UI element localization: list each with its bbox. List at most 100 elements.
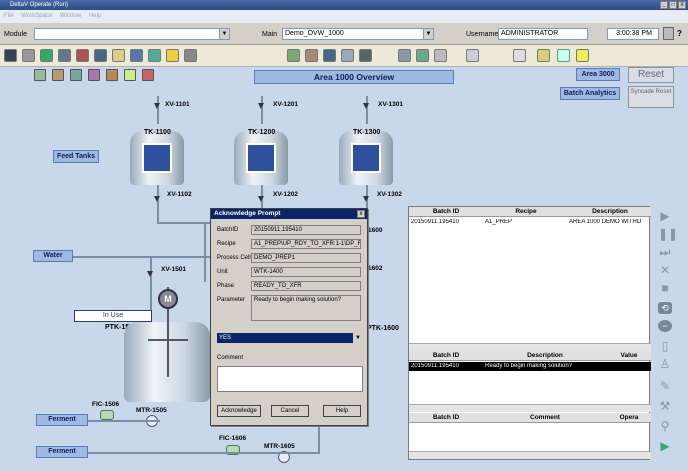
- menu-help[interactable]: Help: [89, 13, 101, 19]
- valve-xv1501[interactable]: [147, 269, 154, 279]
- search-icon[interactable]: ⚲: [658, 420, 672, 432]
- batch-icon[interactable]: [124, 69, 136, 81]
- batch-row-id[interactable]: 20150911.195410: [411, 219, 481, 225]
- valve-xv1201[interactable]: [258, 101, 265, 111]
- horizontal-scrollbar[interactable]: [409, 451, 651, 459]
- recipe-icon[interactable]: [142, 69, 154, 81]
- trend-icon[interactable]: [58, 49, 71, 62]
- valve-xv1102[interactable]: [154, 194, 161, 204]
- flow-controller-icon[interactable]: [100, 410, 114, 420]
- valve-xv1301[interactable]: [363, 101, 370, 111]
- forward-icon[interactable]: [148, 49, 161, 62]
- horizontal-scrollbar[interactable]: [409, 343, 651, 351]
- folder-icon[interactable]: [112, 49, 125, 62]
- reset-icon[interactable]: ⟲: [658, 302, 672, 314]
- display-icon[interactable]: [34, 69, 46, 81]
- edit-icon[interactable]: [537, 49, 550, 62]
- module-dropdown[interactable]: ▼: [34, 28, 230, 40]
- sign-icon[interactable]: ✎: [658, 380, 672, 392]
- agitator-blade: [148, 339, 188, 341]
- table-icon[interactable]: [416, 49, 429, 62]
- operator-icon[interactable]: ♙: [658, 358, 672, 370]
- horizontal-scrollbar[interactable]: [409, 404, 651, 412]
- monitor-icon[interactable]: [323, 49, 336, 62]
- col-prompt-value[interactable]: Value: [607, 351, 651, 361]
- menu-workspace[interactable]: WorkSpace: [21, 13, 52, 19]
- alarm-icon[interactable]: [76, 49, 89, 62]
- help-icon[interactable]: ?: [677, 29, 682, 38]
- chart-icon[interactable]: [40, 49, 53, 62]
- water-button[interactable]: Water: [33, 250, 73, 262]
- valve-icon[interactable]: [106, 69, 118, 81]
- nav-icon[interactable]: [4, 49, 17, 62]
- menu-window[interactable]: Window: [60, 13, 81, 19]
- key-icon[interactable]: [513, 49, 526, 62]
- maximize-button[interactable]: □: [669, 1, 677, 9]
- comment-textarea[interactable]: [217, 366, 363, 392]
- col-description[interactable]: Description: [569, 207, 651, 217]
- abort-icon[interactable]: ✕: [658, 264, 672, 276]
- col-comment[interactable]: Comment: [483, 413, 607, 423]
- faceplate-icon[interactable]: [52, 69, 64, 81]
- search-icon[interactable]: [466, 49, 479, 62]
- layout-icon[interactable]: [70, 69, 82, 81]
- syncade-reset-button[interactable]: Syncade Reset: [628, 86, 674, 108]
- close-button[interactable]: X: [678, 1, 686, 9]
- stop-icon[interactable]: ■: [658, 282, 672, 294]
- prompt-row-description: Ready to begin making solution?: [485, 363, 573, 369]
- col-comment-batch-id[interactable]: Batch ID: [409, 413, 483, 423]
- plant-icon[interactable]: [287, 49, 300, 62]
- batch-analytics-button[interactable]: Batch Analytics: [560, 87, 620, 100]
- print-icon[interactable]: [22, 49, 35, 62]
- diagnostics-icon[interactable]: [94, 49, 107, 62]
- col-recipe[interactable]: Recipe: [483, 207, 569, 217]
- acknowledge-button[interactable]: Acknowledge: [217, 405, 261, 417]
- minimize-button[interactable]: _: [660, 1, 668, 9]
- tools-icon[interactable]: [359, 49, 372, 62]
- close-icon[interactable]: x: [357, 210, 365, 218]
- response-select[interactable]: YES ▼: [217, 333, 363, 343]
- area-3000-button[interactable]: Area 3000: [576, 68, 620, 81]
- pipe: [157, 185, 159, 223]
- reset-button[interactable]: Reset: [628, 67, 674, 83]
- main-display-dropdown[interactable]: Demo_OVW_1000 ▼: [282, 28, 434, 40]
- note-icon[interactable]: [166, 49, 179, 62]
- wrench-icon[interactable]: ⚒: [658, 400, 672, 412]
- col-batch-id[interactable]: Batch ID: [409, 207, 483, 217]
- graph-icon[interactable]: [341, 49, 354, 62]
- valve-xv1101[interactable]: [154, 101, 161, 111]
- ferment-button-2[interactable]: Ferment: [36, 446, 88, 458]
- menu-file[interactable]: File: [4, 13, 14, 19]
- valve-xv1202[interactable]: [258, 194, 265, 204]
- unit-label: Unit: [217, 269, 228, 275]
- batchid-label: BatchID: [217, 227, 239, 233]
- run-icon[interactable]: ▶: [658, 440, 672, 452]
- grid-icon[interactable]: [184, 49, 197, 62]
- col-prompt-batch-id[interactable]: Batch ID: [409, 351, 483, 361]
- ferment-button-1[interactable]: Ferment: [36, 414, 88, 426]
- cancel-button[interactable]: Cancel: [271, 405, 309, 417]
- help-button[interactable]: Help: [323, 405, 361, 417]
- document-icon[interactable]: [434, 49, 447, 62]
- prompt-row-selected[interactable]: 20150911.195410 Ready to begin making so…: [409, 362, 651, 371]
- batch-row-recipe[interactable]: A1_PREP: [485, 219, 565, 225]
- panel-icon[interactable]: [557, 49, 570, 62]
- valve-xv1302[interactable]: [363, 194, 370, 204]
- feed-tanks-button[interactable]: Feed Tanks: [53, 150, 99, 163]
- label-xv1501: XV-1501: [161, 266, 186, 273]
- motor-icon[interactable]: M: [158, 289, 178, 309]
- back-icon[interactable]: [130, 49, 143, 62]
- process-icon[interactable]: [88, 69, 100, 81]
- col-operator[interactable]: Opera: [607, 413, 651, 423]
- tube-icon[interactable]: ▯: [658, 340, 672, 352]
- pause-icon[interactable]: ❚❚: [658, 228, 678, 240]
- step-icon[interactable]: ⏭: [658, 246, 672, 258]
- alarm-silence-icon[interactable]: [663, 27, 674, 40]
- play-icon[interactable]: ▶: [658, 210, 672, 222]
- minus-icon[interactable]: −: [658, 320, 672, 332]
- people-icon[interactable]: [305, 49, 318, 62]
- col-prompt-description[interactable]: Description: [483, 351, 607, 361]
- list-icon[interactable]: [398, 49, 411, 62]
- bell-icon[interactable]: [576, 49, 589, 62]
- batch-row-description[interactable]: AREA 1000 DEMO WITHO: [569, 219, 651, 225]
